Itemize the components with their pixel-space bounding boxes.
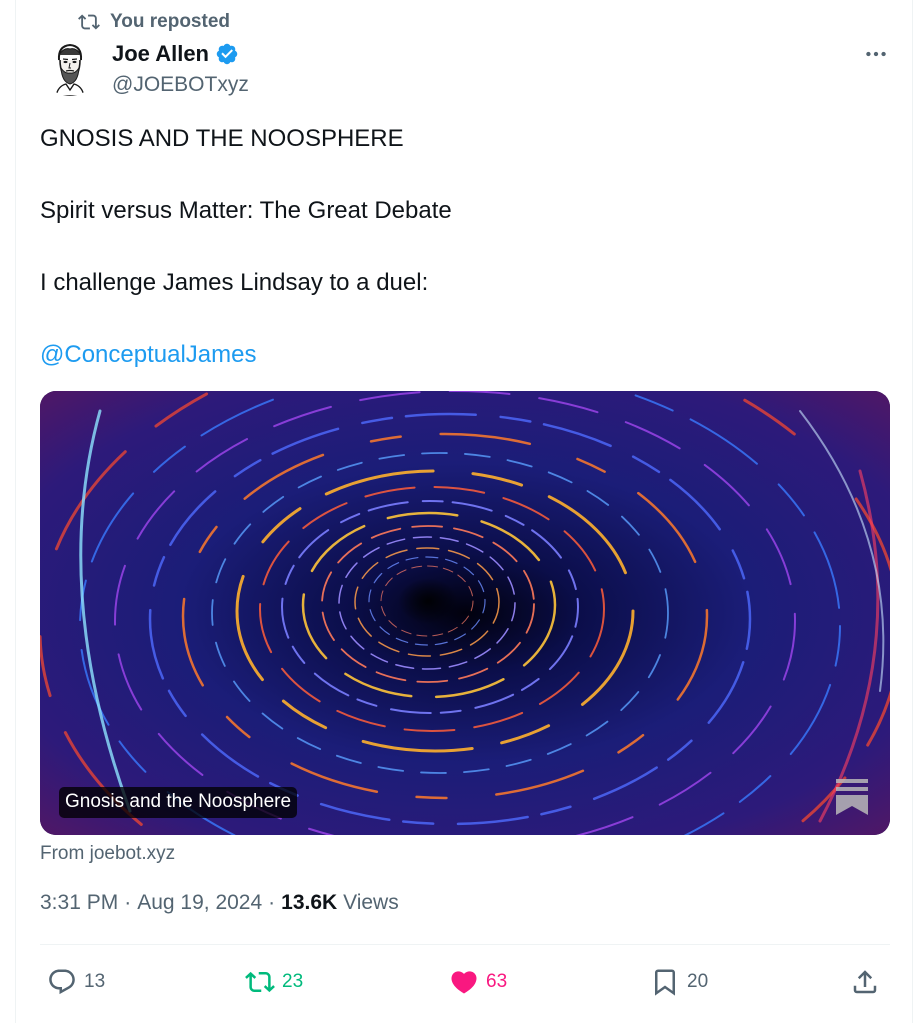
divider <box>40 944 890 945</box>
views-label: Views <box>343 891 399 914</box>
bookmark-button[interactable]: 20 <box>650 964 708 1000</box>
card-source[interactable]: From joebot.xyz <box>40 843 175 865</box>
repost-icon <box>245 971 275 993</box>
views-count: 13.6K <box>281 891 338 914</box>
more-options-button[interactable] <box>860 40 892 68</box>
like-button[interactable]: 63 <box>449 964 507 1000</box>
repost-icon <box>78 14 100 30</box>
reply-button[interactable]: 13 <box>47 964 105 1000</box>
mention-link[interactable]: @ConceptualJames <box>40 341 256 368</box>
heart-filled-icon <box>451 971 477 994</box>
tweet-meta: 3:31 PM · Aug 19, 2024 · 13.6K Views <box>40 891 399 915</box>
link-card[interactable]: Gnosis and the Noosphere <box>40 391 890 835</box>
tweet-date[interactable]: Aug 19, 2024 <box>137 891 262 915</box>
share-button[interactable] <box>850 964 880 1000</box>
bookmark-icon <box>655 969 675 996</box>
tweet-time[interactable]: 3:31 PM <box>40 891 118 915</box>
substack-logo-icon <box>836 779 868 815</box>
repost-button[interactable]: 23 <box>245 964 303 1000</box>
author-handle[interactable]: @JOEBOTxyz <box>112 73 249 97</box>
avatar[interactable] <box>42 40 98 96</box>
avatar-sketch-icon <box>42 40 98 96</box>
tweet-mention-line: @ConceptualJames <box>40 340 880 370</box>
bookmark-count: 20 <box>687 971 709 992</box>
meta-separator: · <box>124 891 132 914</box>
repost-label: You reposted <box>110 11 230 32</box>
like-count: 63 <box>486 971 508 992</box>
meta-separator: · <box>268 891 276 914</box>
repost-count: 23 <box>282 971 304 992</box>
tweet-headline: GNOSIS AND THE NOOSPHERE <box>40 125 404 152</box>
card-image <box>40 391 890 835</box>
tweet-paragraph: Spirit versus Matter: The Great Debate <box>40 197 452 224</box>
reply-count: 13 <box>84 971 106 992</box>
more-dots-icon <box>866 51 886 57</box>
views-stat[interactable]: 13.6K Views <box>281 891 399 915</box>
verified-badge-icon <box>216 43 238 65</box>
author-name[interactable]: Joe Allen <box>112 41 209 67</box>
share-upload-icon <box>853 970 877 994</box>
repost-indicator[interactable]: You reposted <box>78 10 230 34</box>
card-title: Gnosis and the Noosphere <box>59 787 298 818</box>
tweet-paragraph: I challenge James Lindsay to a duel: <box>40 269 429 296</box>
author-name-row[interactable]: Joe Allen <box>112 41 239 67</box>
reply-bubble-icon <box>49 969 75 995</box>
